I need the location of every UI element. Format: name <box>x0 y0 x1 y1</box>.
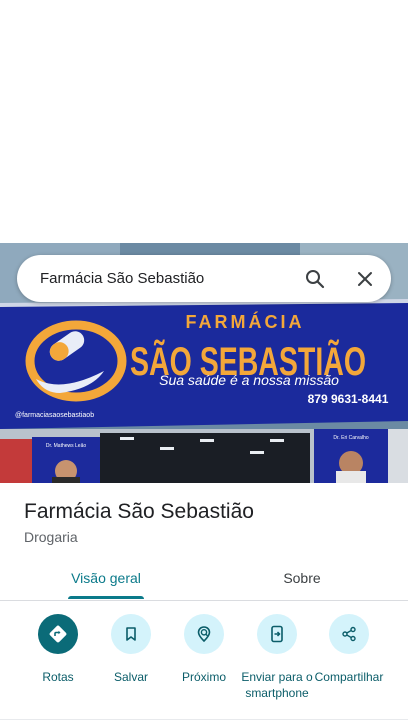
place-title: Farmácia São Sebastião <box>24 500 254 523</box>
right-poster-name: Dr. Eri Carvalho <box>333 435 369 441</box>
bookmark-icon <box>111 614 151 654</box>
directions-icon <box>38 614 78 654</box>
search-icon[interactable] <box>303 267 327 291</box>
close-icon[interactable] <box>353 267 377 291</box>
share-icon <box>329 614 369 654</box>
place-tabs: Visão geral Sobre <box>0 556 408 601</box>
active-tab-indicator <box>68 596 144 599</box>
sign-slogan: Sua saúde é a nossa missão <box>159 372 339 388</box>
tab-about[interactable]: Sobre <box>252 556 352 600</box>
bottom-divider <box>0 719 408 720</box>
sign-top-word: FARMÁCIA <box>186 311 305 332</box>
sign-instagram: @farmaciasaosebastiaob <box>15 412 94 419</box>
place-category[interactable]: Drogaria <box>24 529 78 545</box>
tab-overview[interactable]: Visão geral <box>55 556 157 600</box>
search-bar[interactable]: Farmácia São Sebastião <box>17 255 391 302</box>
search-query[interactable]: Farmácia São Sebastião <box>40 270 303 287</box>
share-button[interactable]: Compartilhar <box>304 614 394 685</box>
sign-phone: 879 9631-8441 <box>308 392 389 406</box>
action-buttons-row: Rotas Salvar Próximo Enviar para o smart… <box>0 614 408 714</box>
map-blank-area <box>0 0 408 243</box>
left-poster-name: Dr. Mathews Leão <box>46 443 87 449</box>
nearby-icon <box>184 614 224 654</box>
send-to-phone-icon <box>257 614 297 654</box>
share-label: Compartilhar <box>314 670 384 684</box>
